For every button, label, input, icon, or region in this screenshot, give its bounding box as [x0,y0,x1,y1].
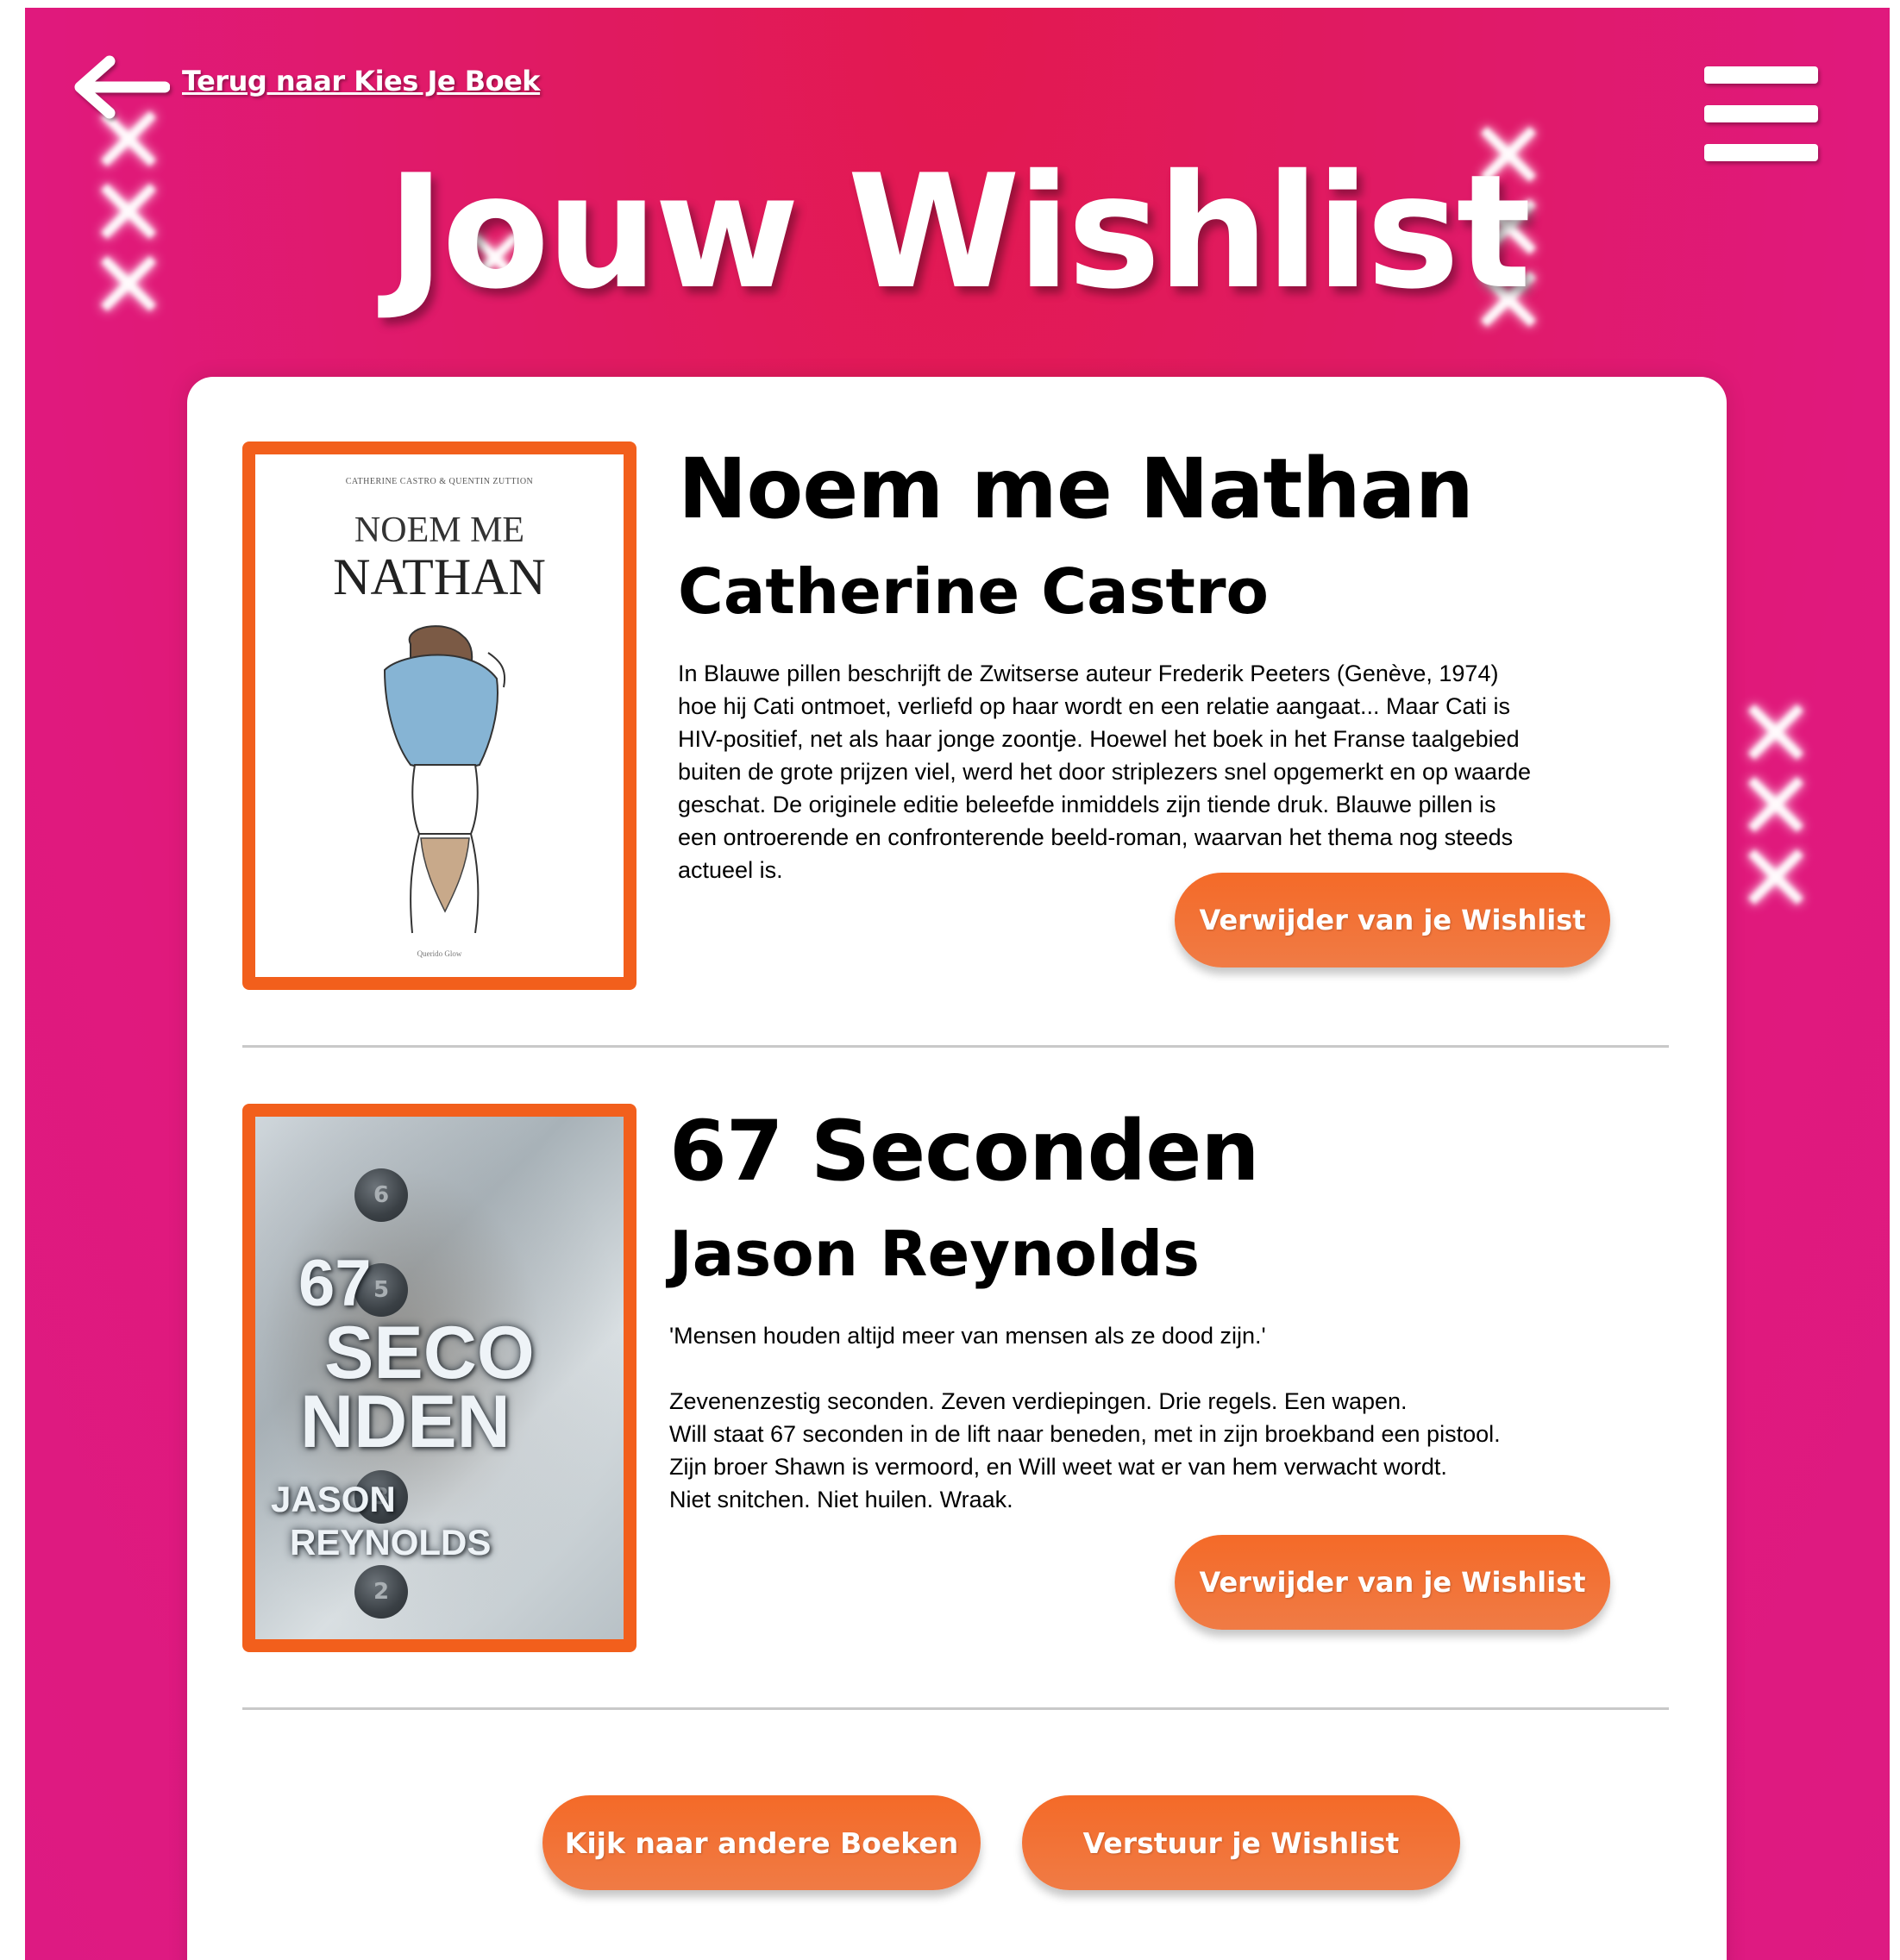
send-wishlist-button[interactable]: Verstuur je Wishlist [1022,1795,1460,1890]
elevator-button-icon: 2 [354,1565,408,1619]
book-info: 67 Seconden Jason Reynolds 'Mensen houde… [669,1104,1652,1516]
arrow-left-icon [74,55,170,119]
book-title: Noem me Nathan [678,441,1474,537]
wishlist-item: 6 5 3 2 67 SECO NDEN JASON REYNOLDS 67 S… [242,1104,1665,1656]
book-cover[interactable]: CATHERINE CASTRO & QUENTIN ZUTTION NOEM … [242,441,636,990]
back-link-label: Terug naar Kies Je Boek [182,65,541,97]
book-author: Jason Reynolds [669,1218,1201,1290]
page-background: ✕ ✕ ✕ ✕ ✕ ✕ ✕ ✕ ✕ ✕ Terug naar Kies Je Boek Jo… [25,8,1890,1960]
wishlist-item: CATHERINE CASTRO & QUENTIN ZUTTION NOEM … [242,441,1665,993]
page-title: Jouw Wishlist [386,141,1532,323]
book-description: In Blauwe pillen beschrijft de Zwitserse… [678,661,1532,883]
cover-title-line1: NOEM ME [354,510,525,550]
elevator-button-icon: 6 [354,1168,408,1222]
menu-bar [1704,105,1818,122]
cover-illustration [383,625,505,934]
book-info: Noem me Nathan Catherine Castro In Blauw… [678,441,1661,886]
browse-books-button[interactable]: Kijk naar andere Boeken [542,1795,981,1890]
divider [242,1045,1669,1048]
remove-from-wishlist-button[interactable]: Verwijder van je Wishlist [1175,1535,1610,1630]
wishlist-card: CATHERINE CASTRO & QUENTIN ZUTTION NOEM … [187,377,1727,1960]
xxx-decoration-icon: ✕ ✕ ✕ [1735,679,1816,934]
cover-publisher: Querido Glow [417,949,462,958]
cover-number: 67 [298,1247,372,1320]
cover-author-line2: REYNOLDS [290,1522,492,1562]
book-title: 67 Seconden [669,1103,1260,1199]
cover-title-line2: NDEN [300,1381,511,1463]
cover-title-line2: NATHAN [333,548,546,605]
remove-from-wishlist-button[interactable]: Verwijder van je Wishlist [1175,873,1610,967]
back-link[interactable]: Terug naar Kies Je Boek [68,51,541,120]
book-author: Catherine Castro [678,555,1269,628]
cover-author-line1: JASON [271,1479,396,1519]
book-cover[interactable]: 6 5 3 2 67 SECO NDEN JASON REYNOLDS [242,1104,636,1652]
cover-authors: CATHERINE CASTRO & QUENTIN ZUTTION [345,477,534,486]
book-description: 'Mensen houden altijd meer van mensen al… [669,1323,1501,1512]
divider [242,1707,1669,1710]
menu-bar [1704,66,1818,84]
